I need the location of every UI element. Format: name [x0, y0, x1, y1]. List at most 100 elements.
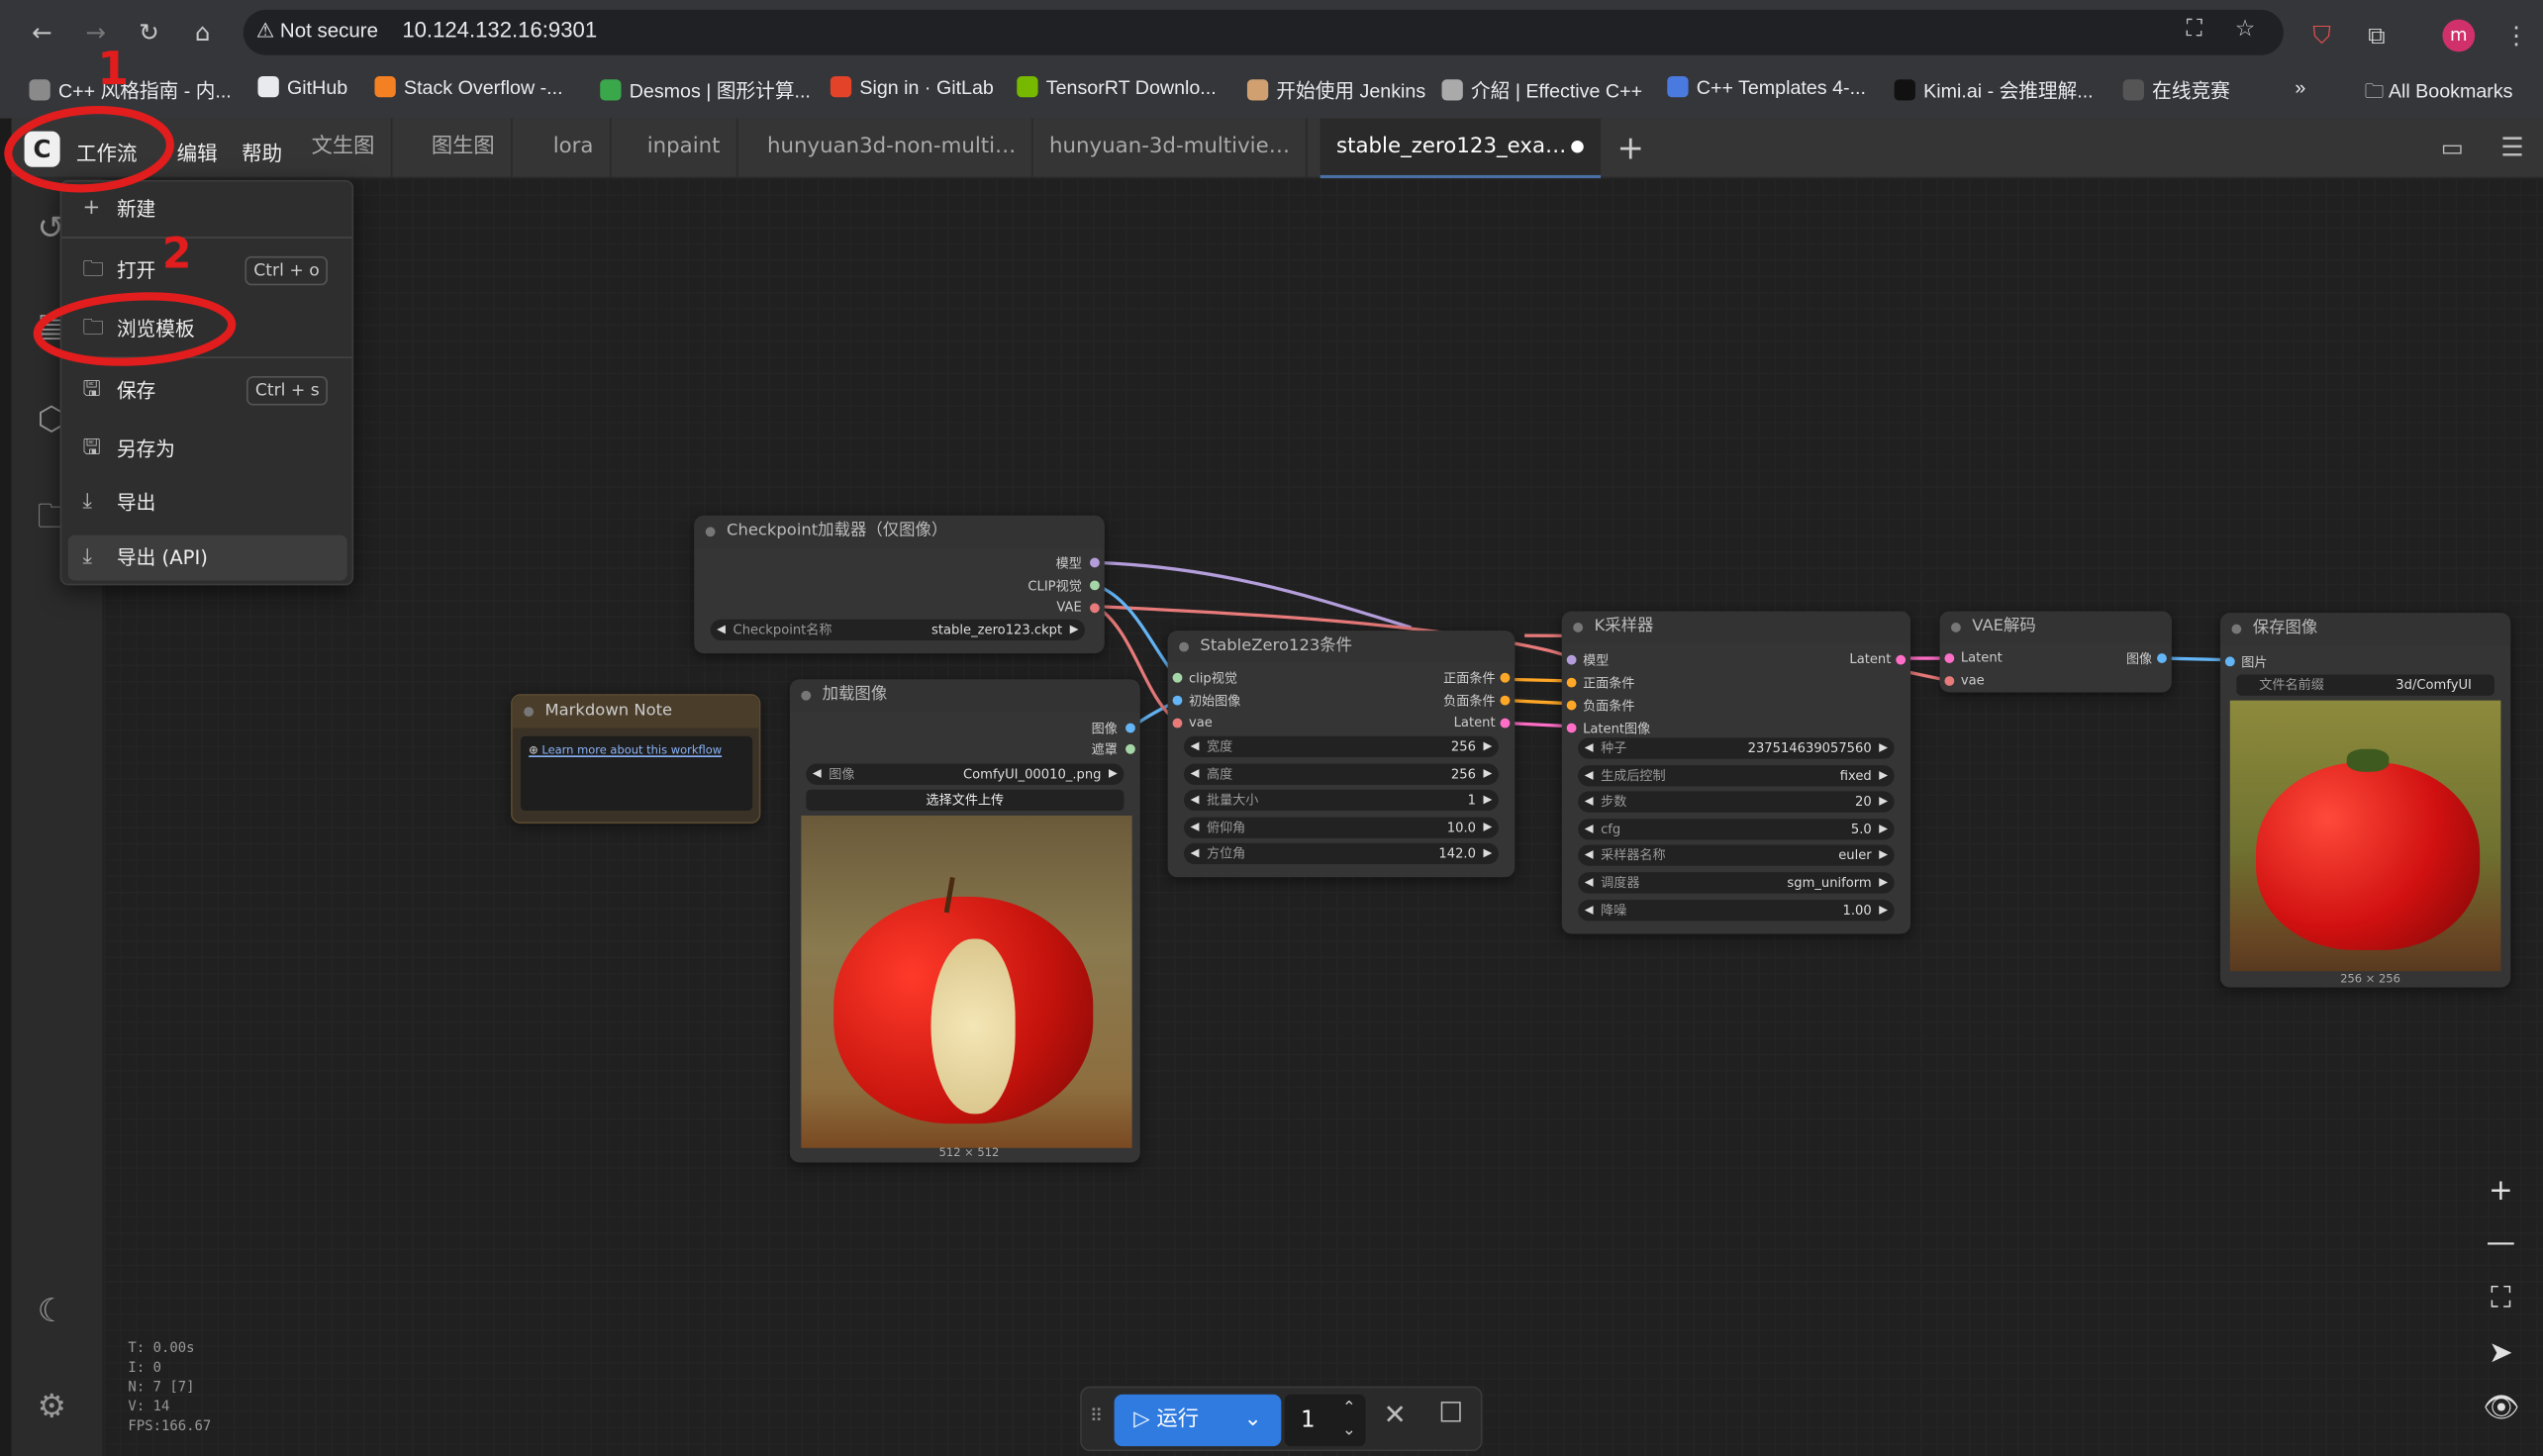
bookmark-item[interactable]: Stack Overflow -... — [374, 75, 563, 99]
node-title[interactable]: VAE解码 — [1939, 611, 2172, 644]
menu-help[interactable]: 帮助 — [242, 137, 282, 167]
address-bar[interactable]: ⚠ Not secure 10.124.132.16:9301 ⛶ ☆ — [243, 9, 2284, 55]
menu-item-export[interactable]: ⤓ 导出 — [68, 480, 347, 526]
node-save-image[interactable]: 保存图像 图片 文件名前缀 3d/ComfyUI 256 × 256 — [2219, 613, 2511, 988]
menu-edit[interactable]: 编辑 — [177, 137, 218, 167]
input-dot[interactable] — [1944, 676, 1955, 686]
tab-img2img[interactable]: 图生图 — [415, 118, 513, 179]
menu-item-save[interactable]: 🖫 保存 Ctrl + s — [68, 368, 347, 414]
input-dot[interactable] — [2224, 656, 2235, 667]
output-dot[interactable] — [1090, 557, 1100, 568]
widget-4[interactable]: ◀ 采样器名称 euler ▶ — [1578, 845, 1895, 867]
widget-3[interactable]: ◀ 俯仰角 10.0 ▶ — [1184, 817, 1499, 838]
zoom-in-icon[interactable]: + — [2483, 1174, 2518, 1208]
widget-0[interactable]: ◀ 宽度 256 ▶ — [1184, 735, 1499, 757]
node-markdown-note[interactable]: Markdown Note ⊕ Learn more about this wo… — [511, 694, 761, 825]
input-dot[interactable] — [1172, 695, 1183, 706]
decrement-icon[interactable]: ⌄ — [1342, 1406, 1356, 1456]
tab-hunyuan3d-non-multi[interactable]: hunyuan3d-non-multi… — [751, 118, 1034, 179]
menu-item-new[interactable]: + 新建 — [68, 186, 347, 232]
node-ksampler[interactable]: K采样器 模型 正面条件 负面条件 Latent图像 Latent ◀ 种子 237… — [1561, 611, 1911, 934]
menu-item-save-as[interactable]: 🖫 另存为 — [68, 427, 347, 472]
back-icon[interactable]: ← — [25, 15, 60, 50]
menu-workflow[interactable]: 工作流 — [76, 137, 137, 167]
bookmark-star-icon[interactable]: ☆ — [2235, 16, 2256, 42]
profile-avatar[interactable]: m — [2442, 19, 2476, 52]
bookmark-item[interactable]: 介紹 | Effective C++ — [1441, 76, 1642, 104]
not-secure-label[interactable]: ⚠ Not secure — [256, 18, 378, 43]
theme-toggle-icon[interactable]: ☾ — [38, 1291, 66, 1329]
input-dot[interactable] — [1566, 677, 1577, 688]
node-stable-zero123[interactable]: StableZero123条件 clip视觉 初始图像 vae 正面条件 负面条… — [1167, 631, 1516, 878]
markdown-link[interactable]: Learn more about this workflow — [541, 744, 722, 757]
bookmark-item[interactable]: C++ Templates 4-... — [1667, 75, 1866, 99]
node-title[interactable]: K采样器 — [1561, 611, 1911, 644]
tab-inpaint[interactable]: inpaint — [631, 118, 738, 179]
widget-2[interactable]: ◀ 批量大小 1 ▶ — [1184, 790, 1499, 812]
stop-square-icon[interactable]: ☐ — [1438, 1398, 1463, 1430]
all-bookmarks-folder[interactable]: 🗀 All Bookmarks — [2365, 76, 2513, 110]
bookmark-item[interactable]: 开始使用 Jenkins — [1246, 76, 1425, 104]
browser-menu-icon[interactable]: ⋮ — [2504, 21, 2529, 49]
add-tab-button[interactable]: + — [1616, 128, 1643, 166]
batch-count-input[interactable]: 1 ⌃ ⌄ — [1284, 1394, 1366, 1447]
bookmark-item[interactable]: TensorRT Downlo... — [1017, 75, 1217, 99]
panel-toggle-icon[interactable]: ▭ — [2441, 133, 2464, 161]
input-dot[interactable] — [1566, 654, 1577, 665]
bookmark-item[interactable]: Kimi.ai - 会推理解... — [1894, 76, 2094, 104]
home-icon[interactable]: ⌂ — [185, 15, 221, 50]
node-load-image[interactable]: 加载图像 图像 遮罩 ◀ 图像 ComfyUI_00010_.png ▶ 选择文件上… — [789, 679, 1140, 1163]
menu-item-export-api[interactable]: ⤓ 导出 (API) — [67, 534, 347, 581]
node-checkpoint-loader[interactable]: Checkpoint加载器（仅图像） 模型 CLIP视觉 VAE ◀ Checkp… — [694, 515, 1105, 654]
output-dot[interactable] — [1500, 672, 1511, 683]
node-title[interactable]: 保存图像 — [2219, 613, 2511, 645]
cancel-x-icon[interactable]: ✕ — [1384, 1400, 1407, 1432]
output-dot[interactable] — [1500, 695, 1511, 706]
input-dot[interactable] — [1944, 653, 1955, 663]
widget-0[interactable]: ◀ 种子 237514639057560 ▶ — [1578, 737, 1895, 759]
output-dot[interactable] — [1090, 580, 1100, 591]
reload-icon[interactable]: ↻ — [132, 15, 167, 50]
fit-view-icon[interactable]: ⛶ — [2483, 1281, 2518, 1314]
output-dot[interactable] — [1896, 654, 1907, 665]
widget-6[interactable]: ◀ 降噪 1.00 ▶ — [1578, 899, 1895, 921]
widget-5[interactable]: ◀ 调度器 sgm_uniform ▶ — [1578, 872, 1895, 894]
output-dot[interactable] — [1125, 743, 1135, 754]
bookmark-item[interactable]: GitHub — [257, 75, 347, 99]
output-dot[interactable] — [2157, 653, 2167, 663]
widget-1[interactable]: ◀ 高度 256 ▶ — [1184, 762, 1499, 785]
visibility-eye-icon[interactable]: 👁 — [2483, 1391, 2519, 1424]
widget-ckpt-name[interactable]: ◀ Checkpoint名称 stable_zero123.ckpt ▶ — [710, 619, 1086, 641]
zoom-out-icon[interactable]: — — [2483, 1225, 2518, 1259]
node-title[interactable]: Checkpoint加载器（仅图像） — [694, 515, 1105, 548]
drag-handle-icon[interactable]: ⠿ — [1090, 1406, 1103, 1426]
menu-item-browse-templates[interactable]: 🗀 浏览模板 — [68, 307, 347, 352]
bookmark-item[interactable]: 在线竞赛 — [2122, 76, 2230, 104]
input-dot[interactable] — [1172, 718, 1183, 728]
widget-image-file[interactable]: ◀ 图像 ComfyUI_00010_.png ▶ — [806, 763, 1125, 785]
upload-button[interactable]: 选择文件上传 — [806, 789, 1125, 812]
node-title[interactable]: Markdown Note — [512, 695, 759, 728]
navigate-icon[interactable]: ➤ — [2483, 1336, 2518, 1370]
forward-icon[interactable]: → — [78, 15, 114, 50]
node-title[interactable]: StableZero123条件 — [1167, 631, 1516, 663]
bookmarks-overflow-icon[interactable]: » — [2295, 76, 2305, 99]
bookmark-item[interactable]: Sign in · GitLab — [830, 75, 994, 99]
tab-txt2img[interactable]: 文生图 — [295, 118, 393, 179]
extension-shield-icon[interactable]: ⛉ — [2312, 21, 2330, 49]
widget-3[interactable]: ◀ cfg 5.0 ▶ — [1578, 818, 1895, 840]
run-button[interactable]: ▷ 运行 ⌄ — [1114, 1394, 1282, 1447]
chevron-down-icon[interactable]: ⌄ — [1244, 1395, 1262, 1446]
tab-stable-zero123[interactable]: stable_zero123_exa… ● — [1320, 118, 1602, 179]
node-title[interactable]: 加载图像 — [789, 679, 1140, 713]
output-dot[interactable] — [1125, 723, 1135, 733]
comfy-logo[interactable]: C — [24, 131, 60, 167]
extensions-icon[interactable]: ⧉ — [2368, 21, 2386, 49]
hamburger-menu-icon[interactable]: ☰ — [2500, 132, 2524, 162]
input-dot[interactable] — [1566, 723, 1577, 733]
tab-hunyuan-3d-multiview[interactable]: hunyuan-3d-multivie… — [1033, 118, 1309, 179]
url-text[interactable]: 10.124.132.16:9301 — [402, 18, 597, 43]
output-dot[interactable] — [1090, 603, 1100, 614]
settings-gear-icon[interactable]: ⚙ — [38, 1387, 66, 1425]
node-vae-decode[interactable]: VAE解码 Latent vae 图像 — [1939, 611, 2172, 693]
